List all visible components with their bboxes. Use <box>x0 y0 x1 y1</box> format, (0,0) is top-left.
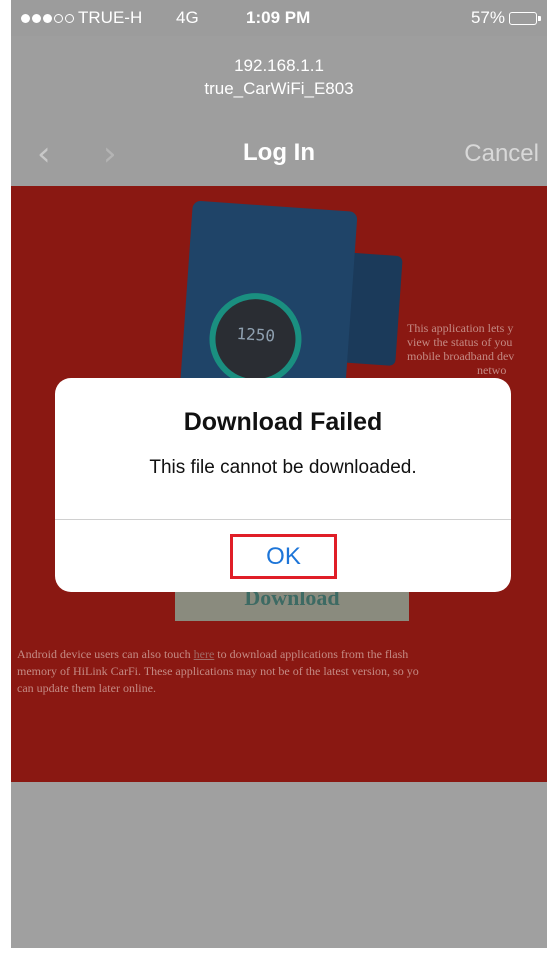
empty-area <box>11 782 547 948</box>
app-description-line: view the status of you <box>407 335 513 349</box>
network-name: true_CarWiFi_E803 <box>204 79 354 98</box>
cancel-button[interactable]: Cancel <box>464 140 539 168</box>
app-description-line: netwo <box>477 363 507 377</box>
phone-screen: TRUE-H 4G 1:09 PM 57% 192.168.1.1 true_C… <box>11 0 547 948</box>
signal-strength-icon <box>21 13 74 23</box>
instructions-line: memory of HiLink CarFi. These applicatio… <box>17 664 419 678</box>
carrier-name: TRUE-H <box>78 8 143 27</box>
network-type: 4G <box>176 8 199 27</box>
battery-icon <box>509 11 541 25</box>
here-link[interactable]: here <box>194 647 215 661</box>
phone-illustration: 1250 <box>179 200 358 407</box>
ok-button[interactable]: OK <box>230 534 337 579</box>
alert-divider <box>55 519 511 520</box>
instructions-line: Android device users can also touch here… <box>17 646 547 663</box>
instructions-line: can update them later online. <box>17 681 156 695</box>
app-description-line: This application lets y <box>407 321 514 335</box>
app-description-line: mobile broadband dev <box>407 349 515 363</box>
signal-dot <box>43 13 52 23</box>
android-instructions: Android device users can also touch here… <box>17 646 547 697</box>
alert-dialog: Download Failed This file cannot be down… <box>55 378 511 592</box>
alert-message: This file cannot be downloaded. <box>149 457 417 478</box>
clock: 1:09 PM <box>246 8 311 27</box>
signal-dot <box>21 13 30 23</box>
battery-percent: 57% <box>470 8 505 27</box>
navigation-bar: ‹ › Log In Cancel <box>11 120 547 186</box>
instructions-text: to download applications from the flash <box>217 647 409 661</box>
battery-group: 57% <box>470 8 541 28</box>
gauge-ring: 1250 <box>206 290 305 389</box>
signal-dot <box>32 13 41 23</box>
status-bar: TRUE-H 4G 1:09 PM 57% <box>11 0 547 36</box>
carrier-group: TRUE-H <box>21 8 142 28</box>
alert-title: Download Failed <box>183 408 383 436</box>
address-header: 192.168.1.1 true_CarWiFi_E803 <box>11 54 547 100</box>
app-description: This application lets y view the status … <box>407 321 547 377</box>
phone-readout: 1250 <box>235 323 276 346</box>
signal-dot <box>65 13 74 23</box>
instructions-text: Android device users can also touch <box>17 647 191 661</box>
host-address: 192.168.1.1 <box>234 56 324 75</box>
signal-dot <box>54 13 63 23</box>
